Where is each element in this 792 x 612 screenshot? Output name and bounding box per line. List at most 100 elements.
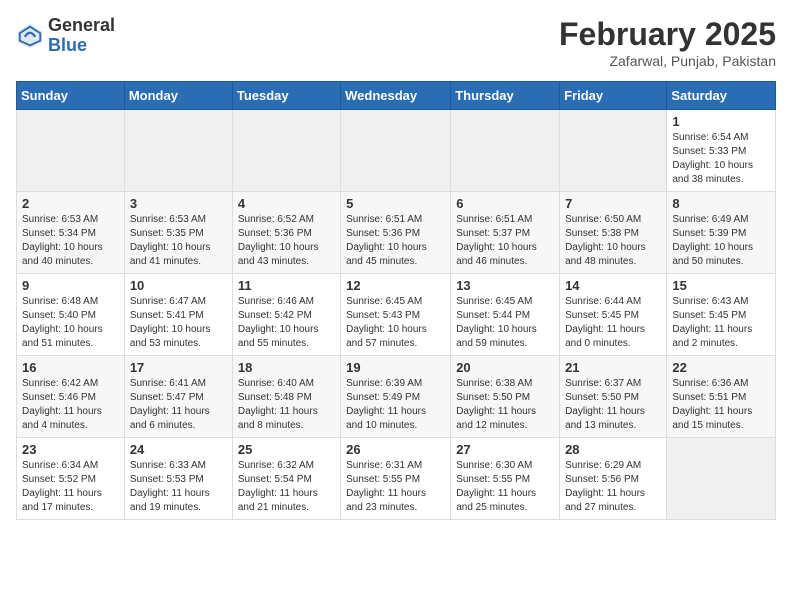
day-info: Sunrise: 6:48 AM Sunset: 5:40 PM Dayligh… <box>22 295 119 351</box>
day-info: Sunrise: 6:54 AM Sunset: 5:33 PM Dayligh… <box>672 131 770 187</box>
calendar-cell: 27 Sunrise: 6:30 AM Sunset: 5:55 PM Dayli… <box>451 438 560 520</box>
day-number: 27 <box>456 442 554 457</box>
day-number: 10 <box>130 278 227 293</box>
calendar-cell: 4 Sunrise: 6:52 AM Sunset: 5:36 PM Daylig… <box>232 192 340 274</box>
calendar-cell: 11Sunrise: 6:46 AM Sunset: 5:42 PM Dayli… <box>232 274 340 356</box>
calendar-day-header: Sunday <box>17 82 125 110</box>
day-number: 11 <box>238 278 335 293</box>
calendar-cell: 6Sunrise: 6:51 AM Sunset: 5:37 PM Daylig… <box>451 192 560 274</box>
day-info: Sunrise: 6:51 AM Sunset: 5:36 PM Dayligh… <box>346 213 445 269</box>
subtitle: Zafarwal, Punjab, Pakistan <box>559 53 776 69</box>
calendar-cell: 2 Sunrise: 6:53 AM Sunset: 5:34 PM Daylig… <box>17 192 125 274</box>
calendar-cell: 14 Sunrise: 6:44 AM Sunset: 5:45 PM Dayli… <box>560 274 667 356</box>
day-number: 13 <box>456 278 554 293</box>
day-info: Sunrise: 6:44 AM Sunset: 5:45 PM Dayligh… <box>565 295 661 351</box>
calendar-header: SundayMondayTuesdayWednesdayThursdayFrid… <box>17 82 776 110</box>
day-number: 4 <box>238 196 335 211</box>
calendar-cell: 3 Sunrise: 6:53 AM Sunset: 5:35 PM Daylig… <box>124 192 232 274</box>
day-info: Sunrise: 6:53 AM Sunset: 5:35 PM Dayligh… <box>130 213 227 269</box>
calendar-body: 1 Sunrise: 6:54 AM Sunset: 5:33 PM Daylig… <box>17 110 776 520</box>
calendar-cell <box>667 438 776 520</box>
calendar-day-header: Saturday <box>667 82 776 110</box>
calendar-cell: 13 Sunrise: 6:45 AM Sunset: 5:44 PM Dayli… <box>451 274 560 356</box>
day-number: 20 <box>456 360 554 375</box>
calendar-cell: 9Sunrise: 6:48 AM Sunset: 5:40 PM Daylig… <box>17 274 125 356</box>
calendar-week-row: 1 Sunrise: 6:54 AM Sunset: 5:33 PM Daylig… <box>17 110 776 192</box>
logo-general-text: General <box>48 15 115 35</box>
day-number: 14 <box>565 278 661 293</box>
calendar-table: SundayMondayTuesdayWednesdayThursdayFrid… <box>16 81 776 520</box>
calendar-cell: 21Sunrise: 6:37 AM Sunset: 5:50 PM Dayli… <box>560 356 667 438</box>
day-info: Sunrise: 6:52 AM Sunset: 5:36 PM Dayligh… <box>238 213 335 269</box>
calendar-day-header: Tuesday <box>232 82 340 110</box>
day-number: 17 <box>130 360 227 375</box>
logo-icon <box>16 22 44 50</box>
calendar-cell: 8 Sunrise: 6:49 AM Sunset: 5:39 PM Daylig… <box>667 192 776 274</box>
day-info: Sunrise: 6:40 AM Sunset: 5:48 PM Dayligh… <box>238 377 335 433</box>
day-number: 1 <box>672 114 770 129</box>
calendar-week-row: 9Sunrise: 6:48 AM Sunset: 5:40 PM Daylig… <box>17 274 776 356</box>
calendar-cell: 5 Sunrise: 6:51 AM Sunset: 5:36 PM Daylig… <box>341 192 451 274</box>
calendar-cell <box>560 110 667 192</box>
day-info: Sunrise: 6:45 AM Sunset: 5:43 PM Dayligh… <box>346 295 445 351</box>
day-info: Sunrise: 6:50 AM Sunset: 5:38 PM Dayligh… <box>565 213 661 269</box>
calendar-cell: 17 Sunrise: 6:41 AM Sunset: 5:47 PM Dayli… <box>124 356 232 438</box>
calendar-cell: 25 Sunrise: 6:32 AM Sunset: 5:54 PM Dayli… <box>232 438 340 520</box>
day-number: 2 <box>22 196 119 211</box>
day-number: 3 <box>130 196 227 211</box>
day-info: Sunrise: 6:36 AM Sunset: 5:51 PM Dayligh… <box>672 377 770 433</box>
calendar-cell: 1 Sunrise: 6:54 AM Sunset: 5:33 PM Daylig… <box>667 110 776 192</box>
day-info: Sunrise: 6:31 AM Sunset: 5:55 PM Dayligh… <box>346 459 445 515</box>
day-number: 12 <box>346 278 445 293</box>
logo-blue-text: Blue <box>48 35 87 55</box>
title-block: February 2025 Zafarwal, Punjab, Pakistan <box>559 16 776 69</box>
calendar-cell: 7 Sunrise: 6:50 AM Sunset: 5:38 PM Daylig… <box>560 192 667 274</box>
calendar-cell: 26Sunrise: 6:31 AM Sunset: 5:55 PM Dayli… <box>341 438 451 520</box>
calendar-cell: 19Sunrise: 6:39 AM Sunset: 5:49 PM Dayli… <box>341 356 451 438</box>
day-number: 21 <box>565 360 661 375</box>
calendar-cell: 20 Sunrise: 6:38 AM Sunset: 5:50 PM Dayli… <box>451 356 560 438</box>
calendar-cell <box>124 110 232 192</box>
day-info: Sunrise: 6:43 AM Sunset: 5:45 PM Dayligh… <box>672 295 770 351</box>
day-number: 25 <box>238 442 335 457</box>
day-number: 5 <box>346 196 445 211</box>
day-info: Sunrise: 6:49 AM Sunset: 5:39 PM Dayligh… <box>672 213 770 269</box>
calendar-day-header: Monday <box>124 82 232 110</box>
day-number: 8 <box>672 196 770 211</box>
day-info: Sunrise: 6:39 AM Sunset: 5:49 PM Dayligh… <box>346 377 445 433</box>
day-info: Sunrise: 6:38 AM Sunset: 5:50 PM Dayligh… <box>456 377 554 433</box>
main-title: February 2025 <box>559 16 776 53</box>
calendar-cell: 28Sunrise: 6:29 AM Sunset: 5:56 PM Dayli… <box>560 438 667 520</box>
day-number: 16 <box>22 360 119 375</box>
calendar-cell <box>341 110 451 192</box>
day-info: Sunrise: 6:41 AM Sunset: 5:47 PM Dayligh… <box>130 377 227 433</box>
calendar-cell: 10 Sunrise: 6:47 AM Sunset: 5:41 PM Dayli… <box>124 274 232 356</box>
logo-text: General Blue <box>48 16 115 56</box>
day-info: Sunrise: 6:34 AM Sunset: 5:52 PM Dayligh… <box>22 459 119 515</box>
calendar-day-header: Friday <box>560 82 667 110</box>
day-number: 18 <box>238 360 335 375</box>
day-info: Sunrise: 6:47 AM Sunset: 5:41 PM Dayligh… <box>130 295 227 351</box>
day-info: Sunrise: 6:45 AM Sunset: 5:44 PM Dayligh… <box>456 295 554 351</box>
day-info: Sunrise: 6:53 AM Sunset: 5:34 PM Dayligh… <box>22 213 119 269</box>
day-info: Sunrise: 6:29 AM Sunset: 5:56 PM Dayligh… <box>565 459 661 515</box>
calendar-cell: 22Sunrise: 6:36 AM Sunset: 5:51 PM Dayli… <box>667 356 776 438</box>
day-number: 24 <box>130 442 227 457</box>
day-info: Sunrise: 6:32 AM Sunset: 5:54 PM Dayligh… <box>238 459 335 515</box>
day-number: 6 <box>456 196 554 211</box>
calendar-week-row: 23Sunrise: 6:34 AM Sunset: 5:52 PM Dayli… <box>17 438 776 520</box>
calendar-cell <box>17 110 125 192</box>
calendar-cell: 23Sunrise: 6:34 AM Sunset: 5:52 PM Dayli… <box>17 438 125 520</box>
day-info: Sunrise: 6:42 AM Sunset: 5:46 PM Dayligh… <box>22 377 119 433</box>
day-number: 15 <box>672 278 770 293</box>
calendar-day-header: Wednesday <box>341 82 451 110</box>
calendar-week-row: 16 Sunrise: 6:42 AM Sunset: 5:46 PM Dayli… <box>17 356 776 438</box>
calendar-cell: 18 Sunrise: 6:40 AM Sunset: 5:48 PM Dayli… <box>232 356 340 438</box>
calendar-week-row: 2 Sunrise: 6:53 AM Sunset: 5:34 PM Daylig… <box>17 192 776 274</box>
calendar-day-header: Thursday <box>451 82 560 110</box>
calendar-cell <box>451 110 560 192</box>
day-number: 7 <box>565 196 661 211</box>
calendar-cell: 16 Sunrise: 6:42 AM Sunset: 5:46 PM Dayli… <box>17 356 125 438</box>
day-info: Sunrise: 6:30 AM Sunset: 5:55 PM Dayligh… <box>456 459 554 515</box>
calendar-cell <box>232 110 340 192</box>
